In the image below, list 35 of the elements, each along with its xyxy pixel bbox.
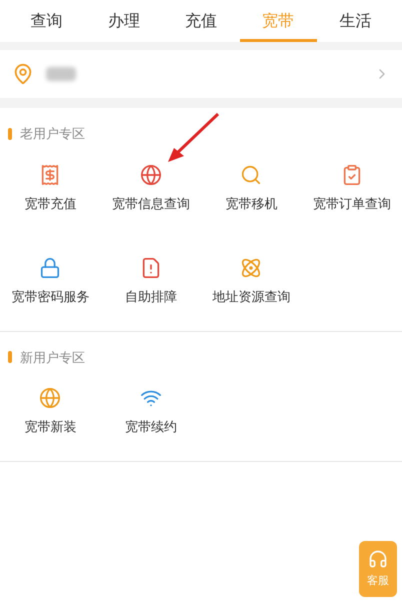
section-title: 老用户专区: [20, 125, 85, 143]
tile-label: 宽带充值: [24, 194, 76, 212]
tab[interactable]: 充值: [162, 0, 240, 42]
section-marker: [8, 351, 12, 364]
tile-label: 宽带订单查询: [312, 194, 391, 212]
globe-icon: [140, 164, 162, 186]
service-tile[interactable]: 宽带订单查询: [302, 160, 402, 217]
tile-label: 宽带密码服务: [11, 288, 90, 306]
location-pin-icon: [12, 63, 34, 85]
service-tile[interactable]: 自助排障: [100, 253, 201, 310]
tile-label: 宽带新装: [24, 418, 76, 436]
headset-icon: [368, 548, 388, 569]
annotation-arrow-drawing: [166, 112, 220, 164]
lock-icon: [39, 257, 62, 279]
service-tile[interactable]: 宽带信息查询: [100, 160, 201, 217]
tab[interactable]: 生活: [316, 0, 394, 42]
service-tile[interactable]: 宽带新装: [0, 383, 100, 440]
tab[interactable]: 办理: [85, 0, 162, 42]
magnifier-icon: [240, 164, 262, 186]
atom-icon: [240, 257, 262, 279]
tile-label: 宽带信息查询: [112, 194, 190, 212]
service-tile[interactable]: 地址资源查询: [201, 253, 302, 310]
section-marker: [8, 128, 12, 140]
tile-label: 地址资源查询: [212, 288, 290, 306]
service-tile[interactable]: 宽带充值: [0, 160, 100, 217]
globe-icon: [39, 387, 62, 409]
tile-label: 自助排障: [124, 288, 177, 306]
tile-label: 宽带续约: [124, 418, 177, 436]
blurred-location: [46, 67, 76, 81]
service-tile[interactable]: 宽带密码服务: [0, 253, 100, 310]
tab[interactable]: 查询: [8, 0, 86, 42]
service-tile[interactable]: 宽带续约: [100, 383, 201, 440]
service-tile[interactable]: 宽带移机: [201, 160, 302, 217]
section-title: 新用户专区: [20, 348, 85, 366]
tile-label: 宽带移机: [225, 194, 278, 212]
